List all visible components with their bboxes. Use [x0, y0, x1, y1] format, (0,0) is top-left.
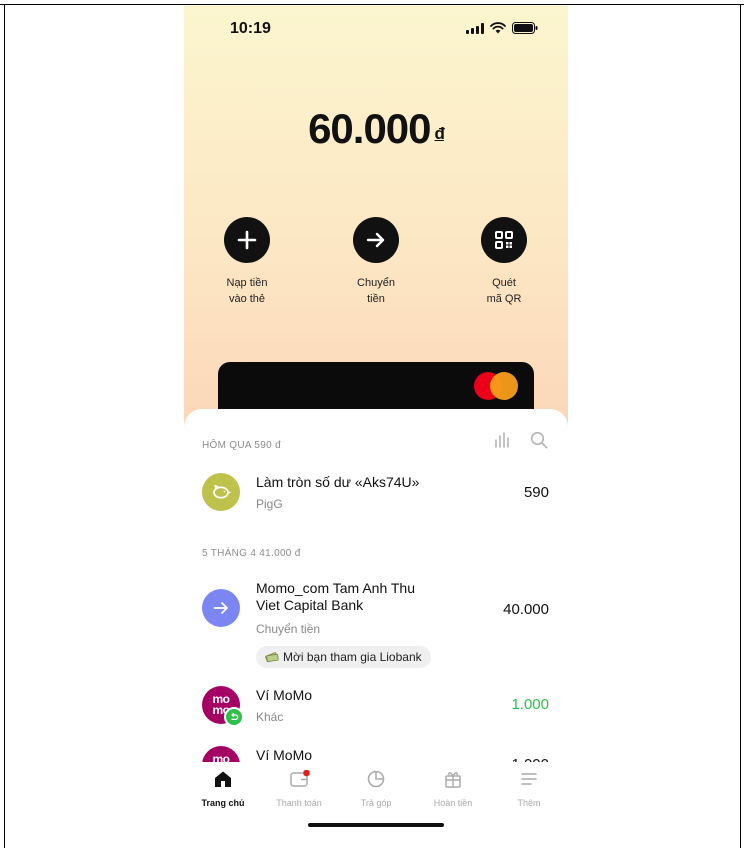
qr-code-icon: [495, 231, 513, 249]
transfer-arrow-icon: [202, 589, 240, 627]
transfer-action[interactable]: Chuyển tiền: [326, 217, 426, 307]
scan-qr-button[interactable]: [481, 217, 527, 263]
status-bar: 10:19: [184, 5, 568, 51]
money-bill-icon: [265, 652, 279, 663]
tab-home[interactable]: Trang chủ: [185, 770, 261, 808]
frame-border-left: [4, 4, 5, 848]
refund-badge-icon: [224, 707, 244, 727]
tab-cashback-label: Hoàn tiền: [433, 798, 473, 808]
transaction-amount: 40.000: [503, 601, 549, 618]
section-header-yesterday: HÔM QUA 590 đ: [202, 440, 281, 451]
balance-currency: đ: [434, 124, 445, 143]
transaction-title: Ví MoMo: [256, 687, 313, 703]
transaction-subtitle: PigG: [256, 497, 283, 511]
mastercard-logo-icon: [474, 372, 518, 400]
transaction-title: Momo_com Tam Anh Thu Viet Capital Bank: [256, 580, 416, 613]
scan-qr-label: Quét mã QR: [486, 277, 522, 305]
phone-screen: 10:19 60.000 đ Nạp tiền vào thẻ Chuyển t…: [184, 5, 568, 848]
notification-dot: [303, 769, 310, 777]
pie-chart-icon: [367, 770, 385, 788]
transaction-subtitle: Khác: [256, 710, 284, 724]
topup-card-label: Nạp tiền vào thẻ: [226, 277, 268, 305]
transaction-title: Làm tròn số dư «Aks74U»: [256, 474, 420, 490]
transfer-button[interactable]: [353, 217, 399, 263]
sheet-tools: [494, 431, 548, 449]
tab-payments-label: Thanh toán: [276, 798, 322, 808]
invite-liobank-chip[interactable]: Mời bạn tham gia Liobank: [256, 646, 431, 668]
topup-card-button[interactable]: [224, 217, 270, 263]
tab-payments[interactable]: Thanh toán: [261, 769, 337, 808]
status-icons: [466, 22, 538, 34]
invite-liobank-label: Mời bạn tham gia Liobank: [283, 650, 422, 664]
plus-icon: [237, 230, 257, 250]
wifi-icon: [490, 22, 506, 34]
balance-amount: 60.000: [308, 105, 431, 152]
gift-icon: [445, 772, 461, 788]
transfer-label: Chuyển tiền: [357, 277, 395, 305]
home-indicator[interactable]: [308, 823, 444, 827]
piggy-bank-icon: [202, 473, 240, 511]
tab-more[interactable]: Thêm: [491, 770, 567, 808]
search-icon[interactable]: [530, 431, 548, 449]
home-icon: [215, 771, 231, 787]
scan-qr-action[interactable]: Quét mã QR: [454, 217, 554, 307]
wallet-icon: [290, 769, 310, 787]
menu-icon: [521, 773, 537, 785]
battery-icon: [512, 22, 538, 34]
frame-border-right: [740, 4, 741, 848]
transaction-amount: 1.000: [511, 696, 549, 713]
balance-display: 60.000 đ: [184, 105, 568, 153]
tab-installments[interactable]: Trả góp: [338, 770, 414, 808]
transaction-subtitle: Chuyển tiền: [256, 622, 321, 636]
transaction-amount: 590: [523, 484, 549, 501]
tab-installments-label: Trả góp: [360, 798, 392, 808]
bottom-tab-bar: Trang chủ Thanh toán Trả góp Hoàn tiền T…: [184, 762, 568, 848]
statistics-icon[interactable]: [494, 432, 512, 448]
cellular-signal-icon: [466, 22, 484, 34]
arrow-right-icon: [366, 232, 385, 248]
tab-cashback[interactable]: Hoàn tiền: [415, 770, 491, 808]
status-time: 10:19: [230, 20, 271, 37]
section-header-april-5: 5 THÁNG 4 41.000 đ: [202, 548, 301, 559]
topup-card-action[interactable]: Nạp tiền vào thẻ: [197, 217, 297, 307]
tab-more-label: Thêm: [517, 798, 541, 808]
tab-home-label: Trang chủ: [201, 798, 245, 808]
